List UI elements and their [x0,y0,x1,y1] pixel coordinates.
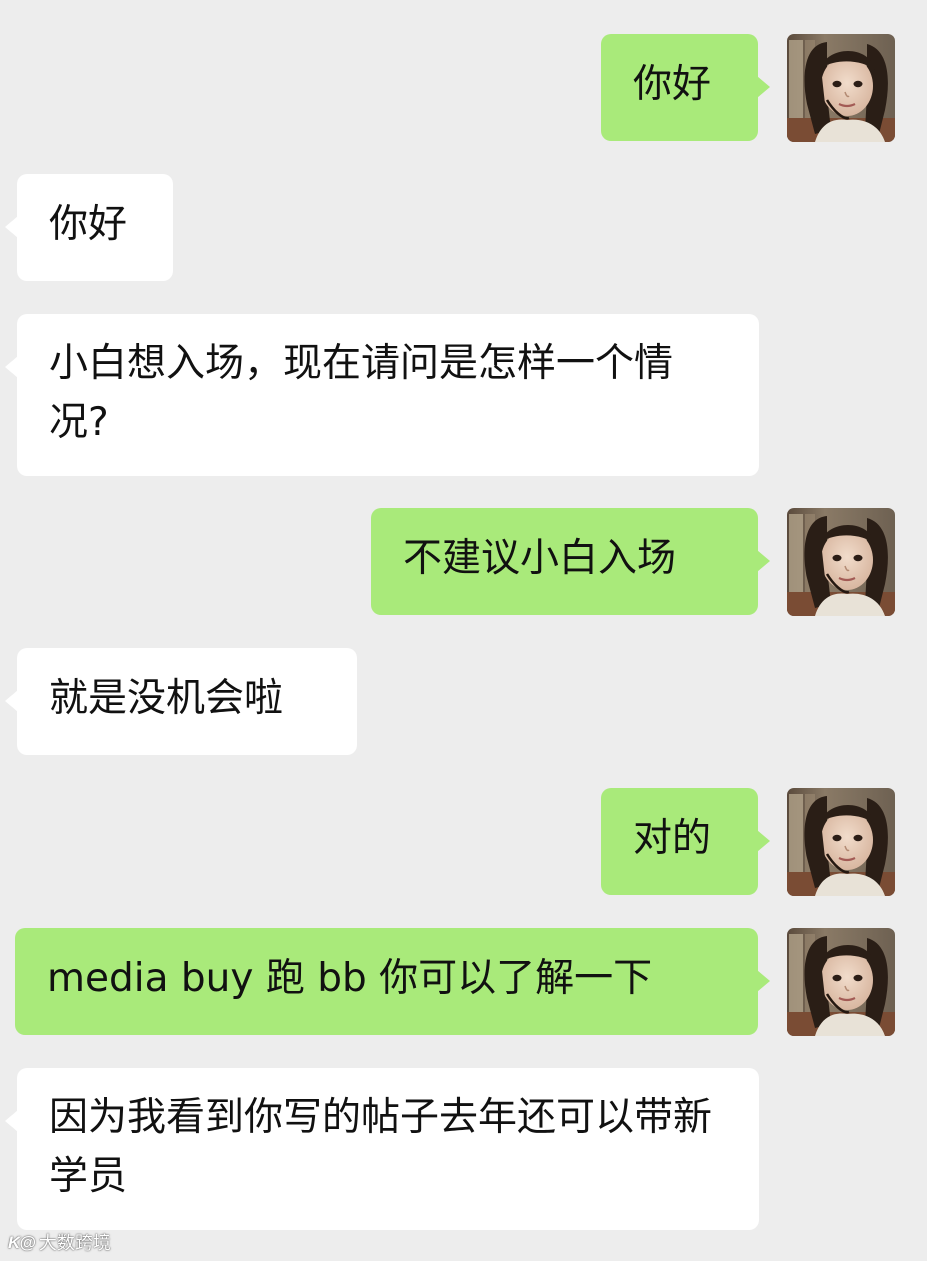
message-bubble-incoming[interactable]: 因为我看到你写的帖子去年还可以带新学员 [17,1068,759,1230]
avatar[interactable] [787,508,895,616]
message-bubble-outgoing[interactable]: 不建议小白入场 [371,508,758,615]
watermark: K@ 大数跨境 [8,1230,111,1256]
avatar[interactable] [787,788,895,896]
message-text: 不建议小白入场 [403,536,677,581]
message-text: 小白想入场，现在请问是怎样一个情况? [49,341,674,445]
bubble-tail [757,830,770,852]
watermark-text: 大数跨境 [38,1233,111,1253]
avatar-photo [787,34,895,142]
avatar-photo [787,788,895,896]
bubble-tail [5,356,18,378]
avatar[interactable] [787,34,895,142]
message-bubble-incoming[interactable]: 你好 [17,174,173,281]
avatar-photo [787,508,895,616]
message-text: 就是没机会啦 [49,676,284,721]
message-text: 你好 [633,62,712,107]
message-bubble-incoming[interactable]: 就是没机会啦 [17,648,357,755]
message-bubble-outgoing[interactable]: media buy 跑 bb 你可以了解一下 [15,928,758,1035]
bubble-tail [5,1110,18,1132]
message-text: 你好 [49,202,128,247]
message-text: 对的 [633,816,712,861]
message-bubble-incoming[interactable]: 小白想入场，现在请问是怎样一个情况? [17,314,759,476]
message-bubble-outgoing[interactable]: 你好 [601,34,758,141]
watermark-logo: K@ [8,1233,36,1252]
avatar[interactable] [787,928,895,1036]
bubble-tail [757,550,770,572]
message-text: media buy 跑 bb 你可以了解一下 [47,956,653,1001]
avatar-photo [787,928,895,1036]
message-bubble-outgoing[interactable]: 对的 [601,788,758,895]
bubble-tail [757,970,770,992]
message-text: 因为我看到你写的帖子去年还可以带新学员 [49,1095,713,1199]
bubble-tail [5,690,18,712]
bubble-tail [5,216,18,238]
bubble-tail [757,76,770,98]
